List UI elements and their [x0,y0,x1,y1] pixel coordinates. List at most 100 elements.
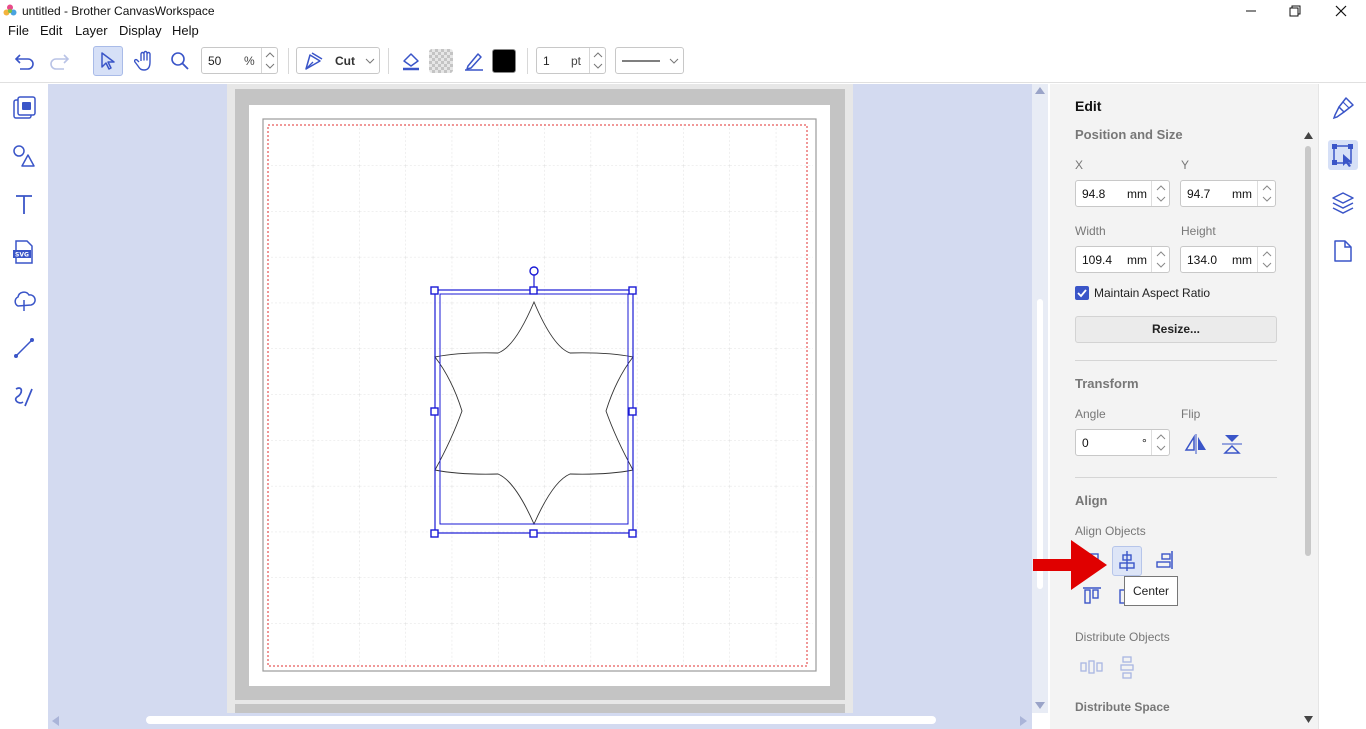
menu-bar: File Edit Layer Display Help [0,22,1366,40]
toolbar: 50 % Cut 1 pt [0,40,1366,83]
zoom-value: 50 [208,54,222,68]
undo-icon [14,54,34,70]
undo-button[interactable] [10,46,40,76]
paintbrush-icon [1332,97,1354,120]
align-objects-label: Align Objects [1075,524,1146,538]
design-canvas[interactable] [48,84,1032,713]
scrollbar-thumb[interactable] [146,716,936,724]
line-icon [14,338,34,358]
line-width-input[interactable]: 1 pt [536,47,606,74]
tab-style[interactable] [1328,93,1358,123]
stroke-swatch[interactable] [489,46,519,76]
divider [1075,477,1277,478]
cloud-button[interactable] [9,285,39,315]
chevron-down-icon [365,58,375,64]
annotation-arrow-icon [1033,540,1107,590]
zoom-stepper[interactable] [261,48,277,73]
distribute-space-label: Distribute Space [1075,700,1170,714]
freehand-tool-button[interactable] [9,381,39,411]
close-button[interactable] [1318,0,1364,22]
right-tab-bar [1318,84,1366,729]
scroll-up-icon[interactable] [1304,132,1313,139]
width-field[interactable]: 109.4 mm [1075,246,1170,273]
flip-horizontal-icon [1184,434,1206,454]
menu-edit[interactable]: Edit [40,23,62,38]
y-stepper[interactable] [1257,181,1275,206]
scroll-down-icon[interactable] [1304,716,1313,723]
distribute-vertical-button[interactable] [1114,655,1140,679]
height-field[interactable]: 134.0 mm [1180,246,1276,273]
maintain-aspect-ratio-checkbox[interactable] [1075,286,1089,300]
x-stepper[interactable] [1151,181,1169,206]
align-heading: Align [1075,493,1108,508]
angle-field[interactable]: 0 ° [1075,429,1170,456]
line-style-select[interactable] [615,47,684,74]
scroll-up-icon[interactable] [1035,87,1045,95]
scrollbar-thumb[interactable] [1305,146,1311,556]
close-icon [1335,5,1347,17]
stroke-color-button[interactable] [459,46,489,76]
align-right-button[interactable] [1152,548,1176,572]
y-label: Y [1181,158,1190,172]
canvas-horizontal-scrollbar[interactable] [48,713,1032,729]
redo-button[interactable] [44,46,74,76]
scroll-right-icon[interactable] [1020,716,1028,726]
scroll-down-icon[interactable] [1035,702,1045,710]
menu-file[interactable]: File [8,23,29,38]
y-unit: mm [1232,187,1252,201]
shapes-button[interactable] [9,141,39,171]
mode-label: Cut [335,54,355,68]
app-logo-icon [3,4,17,16]
select-transform-icon [1332,144,1353,167]
tab-page[interactable] [1328,236,1358,266]
text-tool-button[interactable] [9,189,39,219]
height-value: 134.0 [1187,253,1218,267]
restore-button[interactable] [1272,0,1318,22]
redo-icon [50,54,70,70]
line-width-unit: pt [571,54,582,68]
layers-icon [1332,192,1354,214]
line-width-stepper[interactable] [589,48,605,73]
angle-stepper[interactable] [1151,430,1169,455]
zoom-tool-button[interactable] [165,46,195,76]
menu-display[interactable]: Display [119,23,162,38]
distribute-objects-label: Distribute Objects [1075,630,1170,644]
divider [1075,360,1277,361]
panel-scrollbar[interactable] [1300,130,1316,729]
zoom-icon [171,52,189,70]
hand-tool-button[interactable] [130,46,160,76]
menu-layer[interactable]: Layer [75,23,108,38]
transform-heading: Transform [1075,376,1139,391]
zoom-input[interactable]: 50 % [201,47,278,74]
minimize-button[interactable] [1228,0,1274,22]
rotate-handle[interactable] [529,266,539,276]
cut-pen-icon [305,52,323,70]
flip-label: Flip [1181,407,1201,421]
pattern-library-button[interactable] [9,93,39,123]
flip-horizontal-button[interactable] [1183,432,1209,456]
width-stepper[interactable] [1151,247,1169,272]
height-stepper[interactable] [1257,247,1275,272]
height-label: Height [1181,224,1216,238]
tab-layers[interactable] [1328,188,1358,218]
fill-color-button[interactable] [396,46,426,76]
canvas-vertical-scrollbar[interactable] [1032,84,1048,713]
tab-edit[interactable] [1328,140,1358,170]
pattern-library-icon [13,96,36,119]
flip-vertical-button[interactable] [1219,432,1245,456]
mode-select[interactable]: Cut [296,47,380,74]
line-tool-button[interactable] [9,333,39,363]
x-field[interactable]: 94.8 mm [1075,180,1170,207]
resize-button[interactable]: Resize... [1075,316,1277,343]
distribute-horizontal-icon [1080,660,1103,674]
align-center-button[interactable] [1112,546,1142,576]
menu-help[interactable]: Help [172,23,199,38]
y-field[interactable]: 94.7 mm [1180,180,1276,207]
distribute-horizontal-button[interactable] [1078,655,1104,679]
align-right-icon [1156,551,1173,569]
align-center-icon [1119,551,1135,571]
svg-import-button[interactable]: SVG [9,237,39,267]
fill-swatch[interactable] [426,46,456,76]
select-tool-button[interactable] [93,46,123,76]
scroll-left-icon[interactable] [52,716,60,726]
